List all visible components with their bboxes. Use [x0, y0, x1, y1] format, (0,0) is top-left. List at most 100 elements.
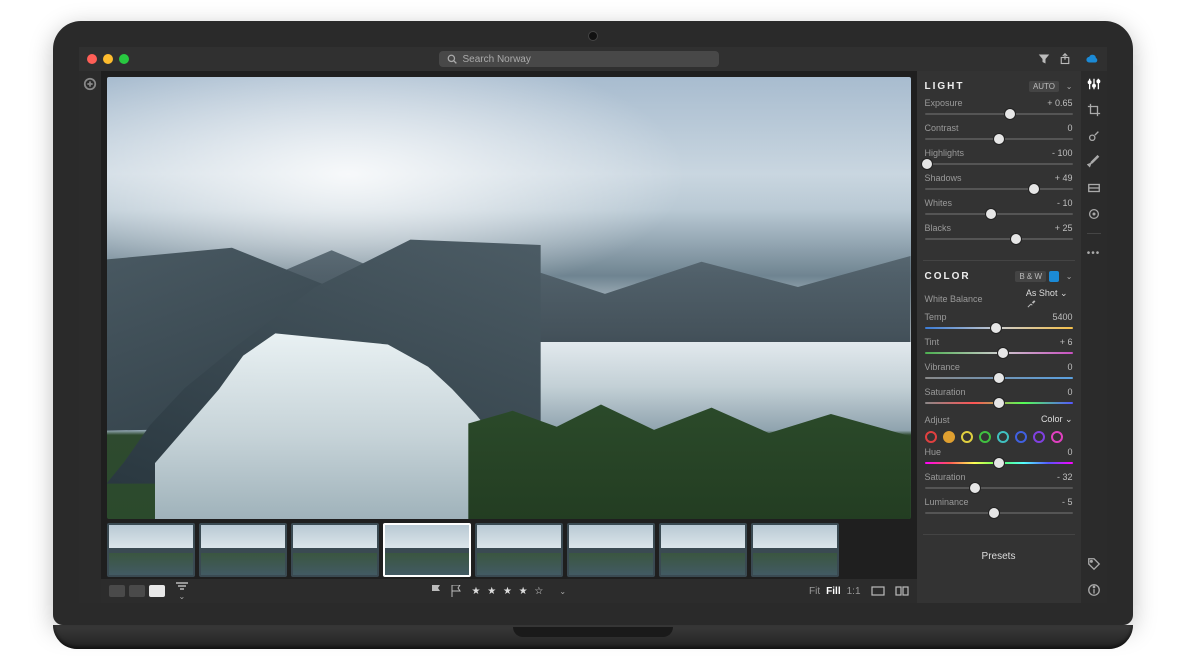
color-temp-slider[interactable] — [925, 323, 1073, 333]
swatch-2[interactable] — [961, 431, 973, 443]
color-title: COLOR — [925, 271, 971, 282]
more-tools-icon[interactable]: ••• — [1087, 246, 1101, 260]
edit-panel: LIGHT AUTO ⌄Exposure + 0.65 Contrast 0 H… — [917, 71, 1081, 603]
light-shadows-label: Shadows — [925, 173, 962, 183]
left-sidebar — [79, 71, 101, 603]
light-blacks-slider[interactable] — [925, 234, 1073, 244]
mixer-luminance-value: - 5 — [1062, 497, 1073, 507]
filmstrip[interactable] — [101, 521, 917, 579]
flag-reject-icon[interactable] — [451, 585, 461, 597]
mixer-saturation-slider[interactable] — [925, 483, 1073, 493]
filmstrip-thumb[interactable] — [107, 523, 195, 577]
mixer-hue-value: 0 — [1067, 447, 1072, 457]
light-contrast-value: 0 — [1067, 123, 1072, 133]
view-detail-button[interactable] — [149, 585, 165, 597]
view-square-button[interactable] — [129, 585, 145, 597]
light-exposure-slider[interactable] — [925, 109, 1073, 119]
photo-viewport[interactable] — [101, 71, 917, 521]
view-original-icon[interactable] — [871, 586, 885, 596]
adjust-dropdown[interactable]: Color ⌄ — [1041, 414, 1073, 425]
brush-icon[interactable] — [1087, 155, 1101, 169]
swatch-7[interactable] — [1051, 431, 1063, 443]
mixer-luminance-slider[interactable] — [925, 508, 1073, 518]
wb-dropdown[interactable]: As Shot ⌄ — [1026, 288, 1068, 298]
linear-gradient-icon[interactable] — [1087, 181, 1101, 195]
wb-label: White Balance — [925, 294, 983, 304]
light-contrast-label: Contrast — [925, 123, 959, 133]
swatch-5[interactable] — [1015, 431, 1027, 443]
filmstrip-thumb[interactable] — [567, 523, 655, 577]
filmstrip-thumb[interactable] — [383, 523, 471, 577]
color-vibrance-slider[interactable] — [925, 373, 1073, 383]
bw-toggle[interactable]: B & W — [1015, 271, 1046, 282]
view-grid-button[interactable] — [109, 585, 125, 597]
light-whites-slider[interactable] — [925, 209, 1073, 219]
rating-stars[interactable]: ★ ★ ★ ★ ☆ — [471, 586, 545, 597]
mixer-luminance-label: Luminance — [925, 497, 969, 507]
swatch-6[interactable] — [1033, 431, 1045, 443]
close-window-button[interactable] — [87, 54, 97, 64]
color-tint-value: + 6 — [1060, 337, 1073, 347]
light-highlights-value: - 100 — [1052, 148, 1073, 158]
add-photos-icon[interactable] — [83, 77, 97, 91]
flag-pick-icon[interactable] — [431, 585, 441, 597]
light-contrast-slider[interactable] — [925, 134, 1073, 144]
filmstrip-thumb[interactable] — [751, 523, 839, 577]
light-whites-label: Whites — [925, 198, 953, 208]
titlebar: Search Norway — [79, 47, 1107, 71]
color-saturation-value: 0 — [1067, 387, 1072, 397]
app-window: Search Norway — [79, 47, 1107, 603]
zoom-fill-button[interactable]: Fill — [826, 586, 840, 597]
search-input[interactable]: Search Norway — [439, 51, 719, 67]
crop-icon[interactable] — [1087, 103, 1101, 117]
swatch-4[interactable] — [997, 431, 1009, 443]
light-exposure-value: + 0.65 — [1047, 98, 1072, 108]
light-blacks-label: Blacks — [925, 223, 952, 233]
color-temp-value: 5400 — [1052, 312, 1072, 322]
keywords-tag-icon[interactable] — [1087, 557, 1101, 571]
edit-sliders-icon[interactable] — [1087, 77, 1101, 91]
color-tint-slider[interactable] — [925, 348, 1073, 358]
filmstrip-thumb[interactable] — [291, 523, 379, 577]
filmstrip-thumb[interactable] — [199, 523, 287, 577]
color-temp-label: Temp — [925, 312, 947, 322]
camera-dot — [588, 31, 598, 41]
presets-button[interactable]: Presets — [925, 545, 1073, 564]
swatch-1[interactable] — [943, 431, 955, 443]
share-icon[interactable] — [1059, 53, 1071, 65]
color-chevron-icon[interactable]: ⌄ — [1062, 272, 1073, 281]
compare-icon[interactable] — [895, 586, 909, 596]
light-highlights-slider[interactable] — [925, 159, 1073, 169]
light-auto-button[interactable]: AUTO — [1029, 81, 1059, 92]
filmstrip-thumb[interactable] — [475, 523, 563, 577]
swatch-3[interactable] — [979, 431, 991, 443]
color-saturation-slider[interactable] — [925, 398, 1073, 408]
swatch-0[interactable] — [925, 431, 937, 443]
light-blacks-value: + 25 — [1055, 223, 1073, 233]
minimize-window-button[interactable] — [103, 54, 113, 64]
rating-chevron-icon[interactable]: ⌄ — [555, 587, 566, 596]
cloud-sync-icon[interactable] — [1085, 53, 1099, 65]
healing-brush-icon[interactable] — [1087, 129, 1101, 143]
radial-gradient-icon[interactable] — [1087, 207, 1101, 221]
eyedropper-icon[interactable] — [1026, 299, 1073, 309]
color-swatches — [925, 431, 1073, 443]
filmstrip-thumb[interactable] — [659, 523, 747, 577]
light-shadows-slider[interactable] — [925, 184, 1073, 194]
zoom-fit-button[interactable]: Fit — [809, 586, 820, 597]
laptop-hinge — [53, 625, 1133, 649]
zoom-window-button[interactable] — [119, 54, 129, 64]
sort-menu-icon[interactable]: ⌄ — [175, 581, 189, 602]
filter-icon[interactable] — [1038, 53, 1050, 65]
light-section: LIGHT AUTO ⌄Exposure + 0.65 Contrast 0 H… — [925, 77, 1073, 248]
mixer-saturation-label: Saturation — [925, 472, 966, 482]
color-toggle[interactable] — [1049, 271, 1059, 282]
tool-strip: ••• — [1081, 71, 1107, 603]
light-title: LIGHT — [925, 81, 965, 92]
mixer-hue-slider[interactable] — [925, 458, 1073, 468]
info-icon[interactable] — [1087, 583, 1101, 597]
zoom-1to1-button[interactable]: 1:1 — [847, 586, 861, 597]
light-whites-value: - 10 — [1057, 198, 1073, 208]
light-chevron-icon[interactable]: ⌄ — [1062, 82, 1073, 91]
laptop-bezel: Search Norway — [53, 21, 1133, 625]
